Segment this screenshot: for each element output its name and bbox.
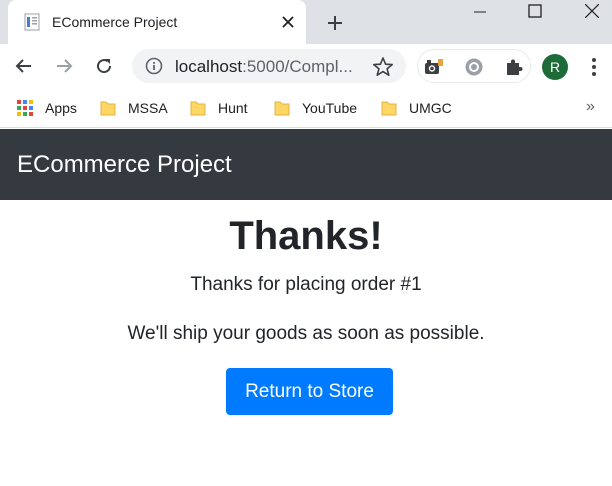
back-arrow-icon[interactable] (12, 54, 36, 78)
bookmarks-bar: Apps MSSA Hunt YouTube UMGC » (0, 90, 612, 128)
forward-arrow-icon[interactable] (52, 54, 76, 78)
tab-close-icon[interactable] (278, 11, 298, 33)
maximize-icon[interactable] (515, 0, 555, 22)
bookmark-label: Apps (45, 100, 77, 116)
tab-strip: ECommerce Project (0, 0, 612, 44)
order-confirmation: Thanks! Thanks for placing order #1 We'l… (0, 200, 612, 486)
shipping-message: We'll ship your goods as soon as possibl… (127, 323, 485, 344)
browser-toolbar: localhost:5000/Compl... R (0, 44, 612, 90)
url-path: :5000/Compl... (242, 57, 353, 76)
more-menu-icon[interactable] (584, 54, 604, 80)
bookmark-folder-umgc[interactable]: UMGC (381, 98, 452, 118)
extensions-group (417, 49, 531, 83)
bookmark-label: MSSA (128, 100, 168, 116)
page-title: Thanks! (229, 214, 383, 258)
page-favicon-icon (24, 13, 40, 31)
minimize-icon[interactable] (460, 0, 500, 22)
url-host: localhost (175, 57, 243, 76)
bookmark-folder-youtube[interactable]: YouTube (274, 98, 357, 118)
bookmark-folder-mssa[interactable]: MSSA (100, 98, 168, 118)
window-close-icon[interactable] (572, 0, 612, 22)
new-tab-icon[interactable] (323, 11, 347, 35)
return-to-store-button[interactable]: Return to Store (226, 368, 393, 415)
address-bar[interactable]: localhost:5000/Compl... (132, 49, 406, 83)
apps-grid-icon (17, 100, 33, 116)
folder-icon (100, 101, 116, 116)
bookmarks-overflow-chevron-icon[interactable]: » (586, 98, 595, 116)
tab-title: ECommerce Project (52, 14, 178, 30)
bookmark-star-icon[interactable] (372, 56, 394, 78)
bookmark-apps[interactable]: Apps (17, 98, 77, 118)
site-navbar: ECommerce Project (0, 129, 612, 200)
profile-initial: R (549, 59, 561, 75)
folder-icon (381, 101, 397, 116)
navbar-brand[interactable]: ECommerce Project (17, 151, 232, 179)
bookmark-folder-hunt[interactable]: Hunt (190, 98, 248, 118)
order-message: Thanks for placing order #1 (190, 274, 422, 295)
circle-extension-icon[interactable] (463, 56, 485, 78)
bookmark-label: YouTube (302, 100, 358, 116)
url-text[interactable]: localhost:5000/Compl... (175, 57, 365, 77)
camera-extension-icon[interactable] (423, 56, 445, 78)
folder-icon (190, 101, 206, 116)
browser-tab-active[interactable]: ECommerce Project (8, 0, 306, 44)
info-icon[interactable] (145, 57, 163, 75)
bookmark-label: UMGC (409, 100, 452, 116)
folder-icon (274, 101, 290, 116)
reload-icon[interactable] (92, 54, 116, 78)
bookmark-label: Hunt (218, 100, 248, 116)
puzzle-extensions-icon[interactable] (503, 56, 525, 78)
profile-avatar[interactable]: R (542, 54, 568, 80)
